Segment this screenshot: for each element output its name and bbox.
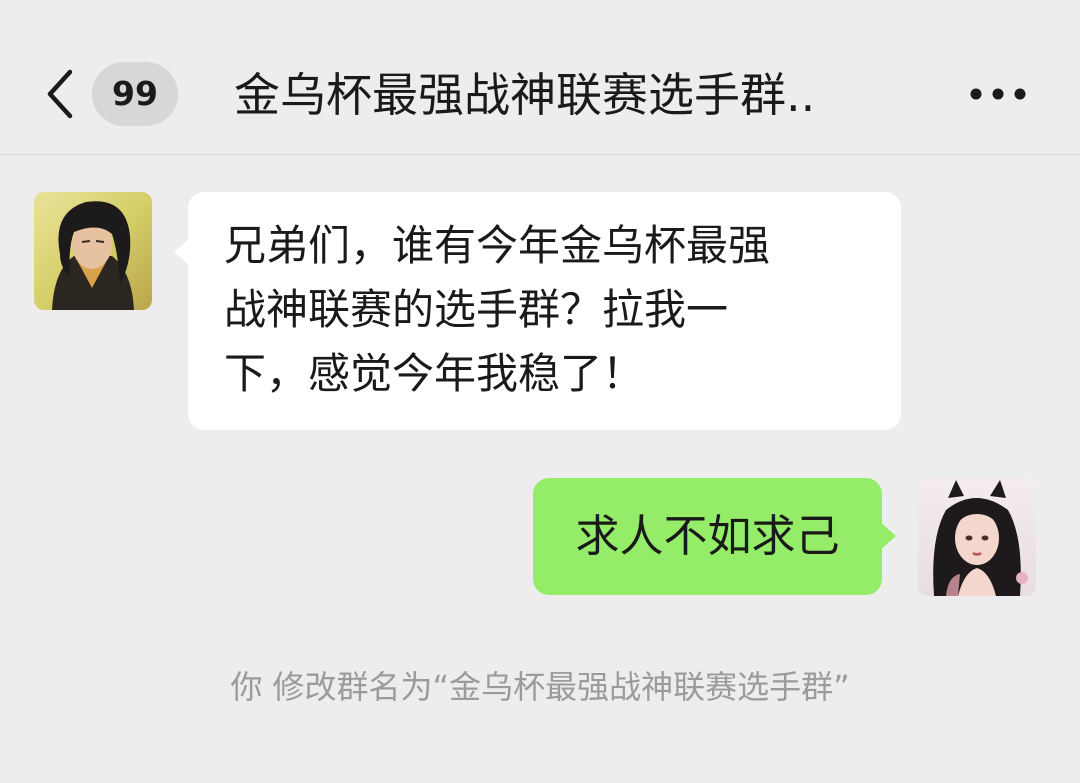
chat-title: 金乌杯最强战神联赛选手群.. <box>234 68 816 122</box>
male-warrior-avatar-icon <box>34 192 152 310</box>
message-text-line: 下，感觉今年我稳了！ <box>224 349 645 398</box>
bubble-tail <box>880 522 896 550</box>
unread-count-badge[interactable]: 99 <box>92 62 178 126</box>
message-text-line: 兄弟们，谁有今年金乌杯最强 <box>224 221 771 270</box>
sent-message-bubble[interactable]: 求人不如求己 <box>533 478 896 595</box>
female-avatar-icon <box>918 478 1036 596</box>
avatar[interactable] <box>34 192 152 310</box>
system-message: 你 修改群名为“金乌杯最强战神联赛选手群” <box>230 668 850 706</box>
chat-header: 99 金乌杯最强战神联赛选手群.. <box>0 0 1080 155</box>
bubble-tail <box>174 238 190 266</box>
message-text: 求人不如求己 <box>575 511 840 562</box>
more-dots-icon[interactable] <box>966 80 1030 108</box>
received-message-bubble[interactable]: 兄弟们，谁有今年金乌杯最强 战神联赛的选手群？拉我一 下，感觉今年我稳了！ <box>174 192 901 430</box>
chevron-left-icon[interactable] <box>42 68 78 120</box>
avatar[interactable] <box>918 478 1036 596</box>
message-text-line: 战神联赛的选手群？拉我一 <box>224 285 729 334</box>
